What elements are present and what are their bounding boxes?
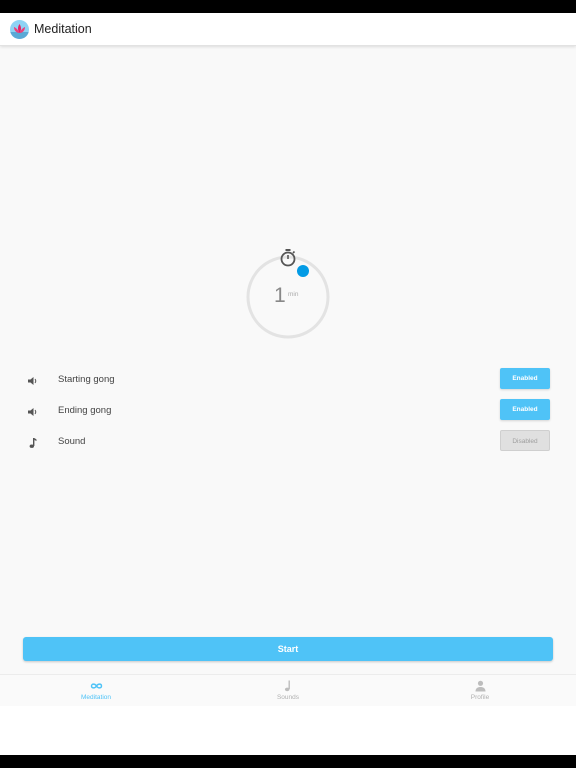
timer-value: 1 — [274, 284, 286, 307]
setting-label: Starting gong — [58, 374, 115, 385]
tab-meditation[interactable]: Meditation — [46, 675, 146, 706]
music-note-icon — [282, 679, 295, 692]
start-button[interactable]: Start — [23, 637, 553, 661]
music-note-icon — [27, 436, 39, 448]
setting-label: Sound — [58, 436, 86, 447]
ending-gong-toggle[interactable]: Enabled — [500, 399, 550, 420]
sound-toggle[interactable]: Disabled — [500, 430, 550, 451]
app-title: Meditation — [34, 22, 92, 36]
tab-label: Sounds — [276, 694, 300, 701]
tab-label: Meditation — [81, 694, 111, 701]
tab-sounds[interactable]: Sounds — [238, 675, 338, 706]
person-icon — [474, 679, 487, 692]
tab-label: Profile — [470, 694, 490, 701]
app-window: Meditation 1 min Starting gong Enabled E… — [0, 13, 576, 706]
timer-dial[interactable]: 1 min — [245, 249, 331, 340]
tab-profile[interactable]: Profile — [430, 675, 530, 706]
tab-bar: Meditation Sounds Profile — [0, 674, 576, 706]
setting-row-ending-gong: Ending gong Enabled — [0, 399, 576, 423]
timer-handle[interactable] — [296, 264, 310, 278]
speaker-icon — [27, 374, 39, 386]
timer-unit: min — [288, 291, 299, 298]
bottom-area — [0, 706, 576, 755]
setting-row-starting-gong: Starting gong Enabled — [0, 368, 576, 392]
starting-gong-toggle[interactable]: Enabled — [500, 368, 550, 389]
lotus-icon — [10, 20, 29, 39]
app-header: Meditation — [0, 13, 576, 46]
speaker-icon — [27, 405, 39, 417]
setting-label: Ending gong — [58, 405, 112, 416]
infinity-icon — [90, 679, 103, 691]
stopwatch-icon — [278, 248, 298, 268]
setting-row-sound: Sound Disabled — [0, 430, 576, 454]
